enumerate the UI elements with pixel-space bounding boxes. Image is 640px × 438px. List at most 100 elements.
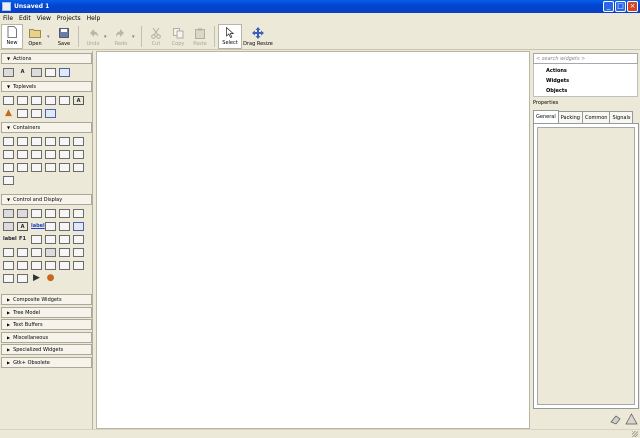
hpaned-icon[interactable]	[45, 150, 56, 159]
combo-box-entry-icon[interactable]	[31, 248, 42, 257]
frame-icon[interactable]	[59, 137, 70, 146]
undo-button[interactable]: Undo	[82, 24, 104, 49]
section-actions[interactable]: ▼ Actions	[1, 53, 92, 64]
toolbar-widget-icon[interactable]	[3, 150, 14, 159]
toggle-action-icon[interactable]	[31, 68, 42, 77]
tab-common[interactable]: Common	[581, 111, 611, 123]
handlebox-icon[interactable]	[17, 150, 28, 159]
color-dialog-icon[interactable]	[45, 96, 56, 105]
label-widget-icon[interactable]: A	[17, 222, 28, 231]
section-toplevels[interactable]: ▼ Toplevels	[1, 81, 92, 92]
entry-icon[interactable]	[31, 235, 42, 244]
dialog-icon[interactable]	[17, 96, 28, 105]
input-dialog-icon[interactable]	[45, 109, 56, 118]
section-control-display[interactable]: ▼ Control and Display	[1, 194, 92, 205]
check-button-icon[interactable]	[31, 209, 42, 218]
section-specialized[interactable]: ▶ Specialized Widgets	[1, 344, 92, 355]
section-tree-model[interactable]: ▶ Tree Model	[1, 307, 92, 318]
scrolled-window-icon[interactable]	[73, 163, 84, 172]
menu-view[interactable]: View	[37, 15, 51, 22]
new-button[interactable]: New	[1, 24, 23, 49]
button-box-icon[interactable]	[59, 150, 70, 159]
assistant-icon[interactable]	[17, 109, 28, 118]
open-button[interactable]: Open	[23, 24, 47, 49]
alignment-icon[interactable]	[3, 176, 14, 185]
paste-button[interactable]: Paste	[189, 24, 211, 49]
event-box-icon[interactable]	[31, 163, 42, 172]
about-dialog-icon[interactable]	[31, 96, 42, 105]
vscrollbar-icon[interactable]	[3, 248, 14, 257]
message-dialog-icon[interactable]: ▲	[3, 109, 14, 118]
maximize-button[interactable]: □	[615, 1, 626, 12]
window-icon[interactable]	[3, 96, 14, 105]
combo-box-icon[interactable]	[17, 248, 28, 257]
minimize-button[interactable]: _	[603, 1, 614, 12]
label-a-icon[interactable]: A	[17, 68, 28, 77]
color-button-icon[interactable]	[45, 222, 56, 231]
volume-button-icon[interactable]	[59, 222, 70, 231]
tab-general[interactable]: General	[533, 110, 559, 123]
vscale-icon[interactable]	[59, 235, 70, 244]
search-widgets-input[interactable]: < search widgets >	[533, 53, 638, 64]
menu-edit[interactable]: Edit	[19, 15, 31, 22]
button-icon[interactable]	[3, 209, 14, 218]
menubar-icon[interactable]	[73, 137, 84, 146]
section-text-buffers[interactable]: ▶ Text Buffers	[1, 319, 92, 330]
drawing-area-icon[interactable]	[73, 261, 84, 270]
image-icon[interactable]	[73, 222, 84, 231]
spinner-icon[interactable]: ●	[45, 274, 56, 283]
font-button-icon[interactable]	[3, 222, 14, 231]
radio-button-icon[interactable]	[59, 209, 70, 218]
progress-bar-icon[interactable]	[45, 248, 56, 257]
select-button[interactable]: Select	[218, 24, 242, 49]
section-composite[interactable]: ▶ Composite Widgets	[1, 294, 92, 305]
tree-view-icon[interactable]	[3, 261, 14, 270]
redo-button[interactable]: Redo	[110, 24, 132, 49]
vseparator-icon[interactable]	[17, 274, 28, 283]
calendar-icon[interactable]	[59, 261, 70, 270]
resize-grip[interactable]	[632, 431, 638, 437]
link-button-icon[interactable]: label	[31, 222, 45, 231]
icon-view-icon[interactable]	[17, 261, 28, 270]
arrow-icon[interactable]: ▶	[31, 274, 42, 283]
menu-help[interactable]: Help	[87, 15, 101, 22]
radio-action-icon[interactable]	[45, 68, 56, 77]
fixed-icon[interactable]	[17, 163, 28, 172]
save-button[interactable]: Save	[53, 24, 75, 49]
clear-icon[interactable]	[609, 413, 622, 425]
vbox-icon[interactable]	[3, 137, 14, 146]
action-icon[interactable]	[3, 68, 14, 77]
section-obsolete[interactable]: ▶ Gtk+ Obsolete	[1, 357, 92, 368]
copy-button[interactable]: Copy	[167, 24, 189, 49]
action-group-icon[interactable]	[59, 68, 70, 77]
toggle-button-icon[interactable]	[17, 209, 28, 218]
tree-item-widgets[interactable]: Widgets	[546, 78, 569, 84]
hscale-icon[interactable]	[45, 235, 56, 244]
statusbar-widget-icon[interactable]	[73, 248, 84, 257]
section-miscellaneous[interactable]: ▶ Miscellaneous	[1, 332, 92, 343]
tab-signals[interactable]: Signals	[609, 111, 634, 123]
tree-item-objects[interactable]: Objects	[546, 88, 567, 94]
layout-icon[interactable]	[3, 163, 14, 172]
font-dialog-icon[interactable]: A	[73, 96, 84, 105]
hseparator-line-icon[interactable]	[3, 274, 14, 283]
section-containers[interactable]: ▼ Containers	[1, 122, 92, 133]
label-icon[interactable]: label	[3, 235, 17, 244]
tree-item-actions[interactable]: Actions	[546, 68, 567, 74]
redo-history-arrow[interactable]: ▾	[132, 24, 138, 49]
viewport-icon[interactable]	[59, 163, 70, 172]
expander-icon[interactable]	[45, 163, 56, 172]
vpaned-icon[interactable]	[31, 150, 42, 159]
table-icon[interactable]	[31, 137, 42, 146]
vbutton-box-icon[interactable]	[73, 150, 84, 159]
hscrollbar-icon[interactable]	[73, 235, 84, 244]
menu-file[interactable]: File	[3, 15, 13, 22]
accel-label-icon[interactable]: F1	[17, 235, 28, 244]
recent-chooser-dialog-icon[interactable]	[31, 109, 42, 118]
notebook-icon[interactable]	[45, 137, 56, 146]
tab-packing[interactable]: Packing	[557, 111, 583, 123]
drag-resize-button[interactable]: Drag Resize	[242, 24, 274, 49]
cell-view-icon[interactable]	[31, 261, 42, 270]
menu-projects[interactable]: Projects	[57, 15, 81, 22]
hbox-icon[interactable]	[17, 137, 28, 146]
